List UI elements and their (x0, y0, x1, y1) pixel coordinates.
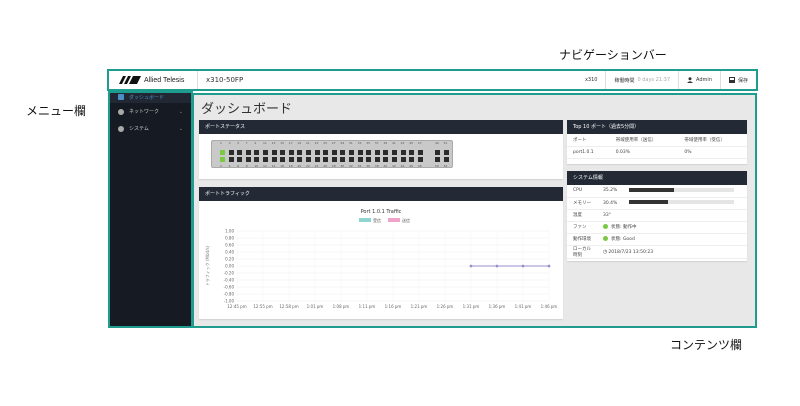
nav-bar-frame (107, 69, 758, 91)
menu-frame (108, 91, 193, 328)
callout-nav-bar: ナビゲーションバー (559, 48, 667, 62)
callout-menu: メニュー欄 (26, 104, 87, 118)
content-frame (192, 93, 757, 328)
callout-content: コンテンツ欄 (670, 338, 743, 352)
